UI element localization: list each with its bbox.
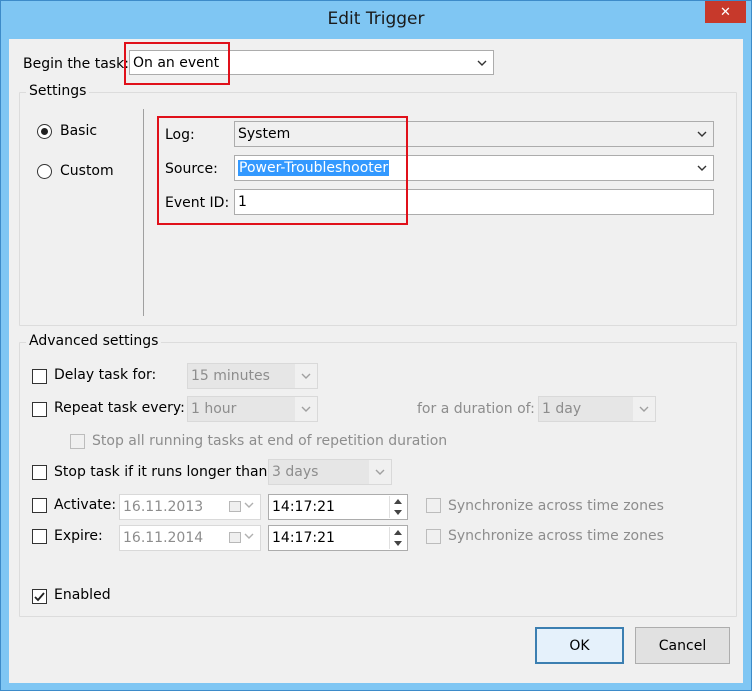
chevron-down-icon <box>475 56 489 70</box>
basic-radio-label: Basic <box>60 123 98 139</box>
stop-all-checkbox[interactable] <box>70 434 85 449</box>
expire-time-value: 14:17:21 <box>272 530 335 546</box>
stop-all-label: Stop all running tasks at end of repetit… <box>92 433 448 449</box>
stop-if-label: Stop task if it runs longer than: <box>54 464 273 480</box>
repeat-label: Repeat task every: <box>54 400 185 416</box>
chevron-down-icon <box>373 465 387 479</box>
calendar-icon <box>229 501 241 512</box>
stop-if-dropdown[interactable]: 3 days <box>268 459 392 485</box>
checkmark-icon <box>34 591 45 601</box>
window-title: Edit Trigger <box>327 9 425 29</box>
dialog-client-area: Begin the task: On an event Settings Bas… <box>9 39 743 683</box>
activate-sync-checkbox[interactable] <box>426 498 441 513</box>
delay-dropdown[interactable]: 15 minutes <box>187 363 318 389</box>
title-bar[interactable]: Edit Trigger ✕ <box>1 1 751 39</box>
cancel-button[interactable]: Cancel <box>635 627 730 664</box>
radio-selected-dot <box>41 128 48 135</box>
activate-checkbox[interactable] <box>32 498 47 513</box>
begin-task-label: Begin the task: <box>23 56 129 72</box>
calendar-icon <box>229 532 241 543</box>
chevron-down-icon <box>299 402 313 416</box>
expire-time-input[interactable]: 14:17:21 <box>268 525 408 551</box>
close-icon: ✕ <box>720 4 731 20</box>
expire-time-spinner[interactable] <box>389 527 406 549</box>
delay-value: 15 minutes <box>191 368 270 384</box>
activate-label: Activate: <box>54 497 117 513</box>
chevron-down-icon[interactable] <box>695 161 709 175</box>
chevron-down-icon <box>244 529 254 547</box>
expire-checkbox[interactable] <box>32 529 47 544</box>
duration-value: 1 day <box>542 401 582 417</box>
settings-divider <box>143 109 144 316</box>
chevron-down-icon <box>299 369 313 383</box>
ok-button[interactable]: OK <box>535 627 624 664</box>
chevron-down-icon <box>695 127 709 141</box>
stop-if-value: 3 days <box>272 464 319 480</box>
spin-down-icon[interactable] <box>389 507 406 518</box>
settings-caption: Settings <box>26 83 90 99</box>
custom-radio[interactable] <box>37 164 52 179</box>
activate-time-value: 14:17:21 <box>272 499 335 515</box>
edit-trigger-window: Edit Trigger ✕ Begin the task: On an eve… <box>0 0 752 691</box>
delay-label: Delay task for: <box>54 367 157 383</box>
duration-label: for a duration of: <box>417 401 535 417</box>
custom-radio-label: Custom <box>60 163 114 179</box>
duration-dropdown[interactable]: 1 day <box>538 396 656 422</box>
delay-checkbox[interactable] <box>32 369 47 384</box>
highlight-box-event-fields <box>157 116 408 225</box>
highlight-box-begin-task <box>124 42 230 85</box>
repeat-checkbox[interactable] <box>32 402 47 417</box>
spin-down-icon[interactable] <box>389 538 406 549</box>
expire-sync-checkbox[interactable] <box>426 529 441 544</box>
activate-time-spinner[interactable] <box>389 496 406 518</box>
enabled-label: Enabled <box>54 587 111 603</box>
enabled-checkbox[interactable] <box>32 589 47 604</box>
repeat-dropdown[interactable]: 1 hour <box>187 396 318 422</box>
stop-if-checkbox[interactable] <box>32 465 47 480</box>
activate-time-input[interactable]: 14:17:21 <box>268 494 408 520</box>
advanced-settings-caption: Advanced settings <box>26 333 162 349</box>
basic-radio[interactable] <box>37 124 52 139</box>
expire-date-picker[interactable]: 16.11.2014 <box>119 525 261 551</box>
repeat-value: 1 hour <box>191 401 237 417</box>
spin-up-icon[interactable] <box>389 496 406 507</box>
expire-sync-label: Synchronize across time zones <box>448 528 664 544</box>
expire-label: Expire: <box>54 528 103 544</box>
chevron-down-icon <box>244 498 254 516</box>
close-button[interactable]: ✕ <box>705 1 746 23</box>
spin-up-icon[interactable] <box>389 527 406 538</box>
chevron-down-icon <box>637 402 651 416</box>
expire-date-value: 16.11.2014 <box>123 530 204 546</box>
activate-date-value: 16.11.2013 <box>123 499 204 515</box>
activate-sync-label: Synchronize across time zones <box>448 498 664 514</box>
activate-date-picker[interactable]: 16.11.2013 <box>119 494 261 520</box>
